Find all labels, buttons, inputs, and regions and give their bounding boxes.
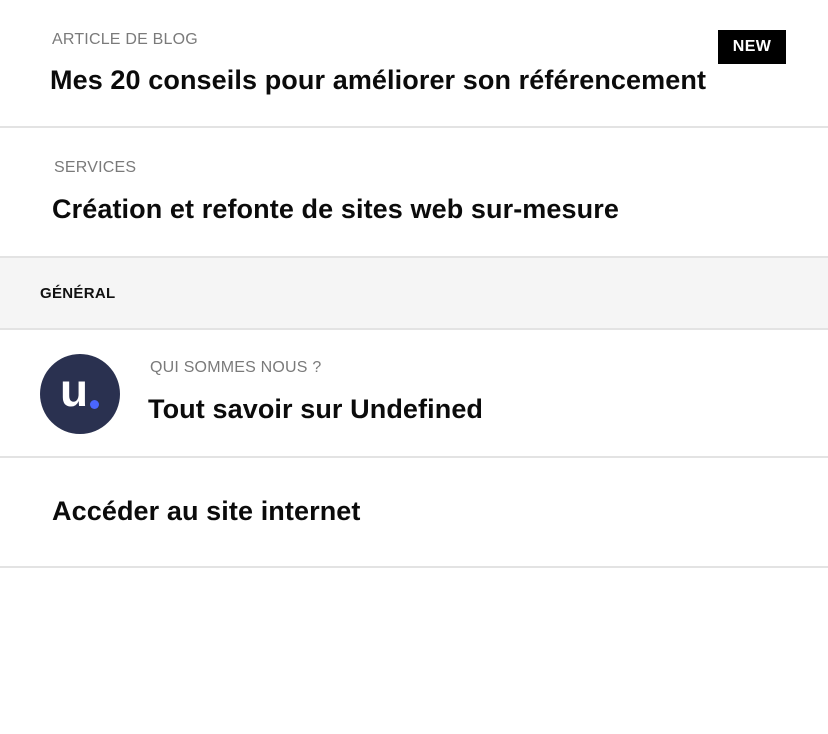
blog-category-label: ARTICLE DE BLOG (52, 31, 198, 48)
services-item[interactable]: SERVICES Création et refonte de sites we… (0, 128, 828, 258)
section-header-general: GÉNÉRAL (0, 258, 828, 330)
section-header-label: GÉNÉRAL (40, 285, 116, 302)
services-category-label: SERVICES (54, 159, 137, 176)
about-us-item[interactable]: u QUI SOMMES NOUS ? Tout savoir sur Unde… (0, 330, 828, 458)
about-category-label: QUI SOMMES NOUS ? (150, 359, 322, 376)
undefined-logo-avatar: u (40, 354, 120, 434)
logo-dot-icon (90, 400, 99, 409)
website-link-title: Accéder au site internet (52, 496, 361, 526)
new-badge: NEW (718, 30, 786, 64)
blog-article-title: Mes 20 conseils pour améliorer son référ… (50, 65, 707, 95)
services-title: Création et refonte de sites web sur-mes… (52, 194, 619, 224)
website-link-item[interactable]: Accéder au site internet (0, 458, 828, 568)
logo-letter: u (60, 364, 89, 416)
blog-article-item[interactable]: ARTICLE DE BLOG Mes 20 conseils pour amé… (0, 0, 828, 128)
about-title: Tout savoir sur Undefined (148, 394, 484, 424)
